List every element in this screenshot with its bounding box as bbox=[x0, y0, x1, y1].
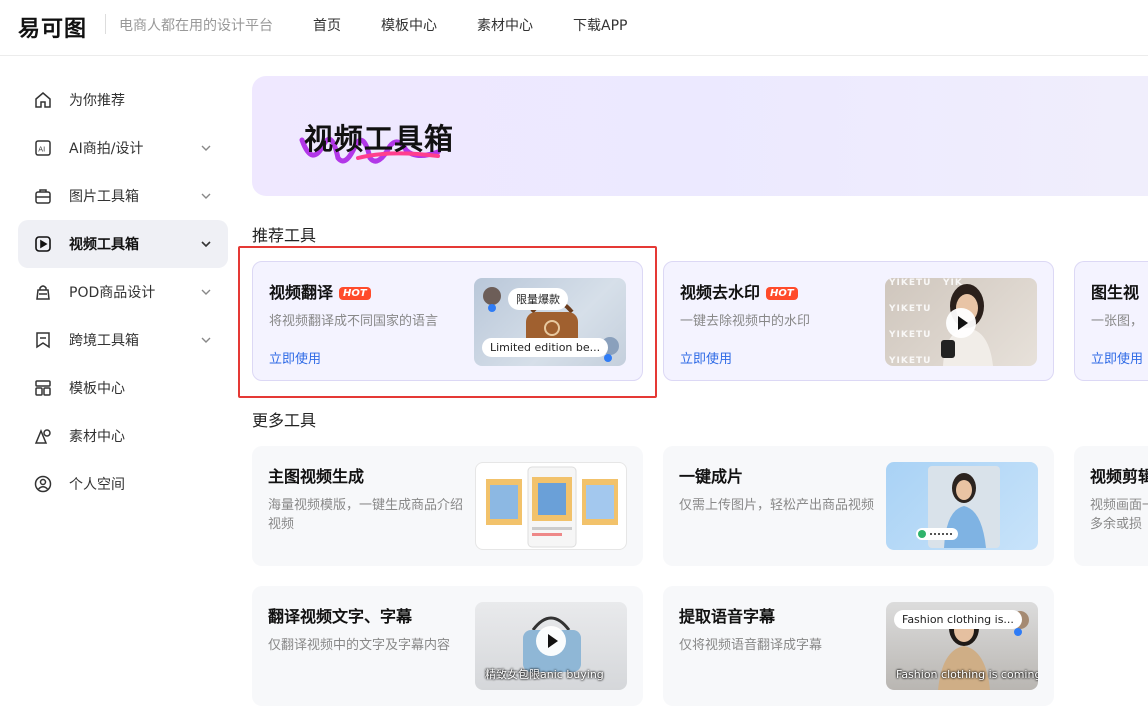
sidebar-item-cross-border[interactable]: 跨境工具箱 bbox=[18, 316, 228, 364]
sidebar-item-label: 视频工具箱 bbox=[69, 237, 139, 253]
sidebar-item-personal-space[interactable]: 个人空间 bbox=[18, 460, 228, 508]
card-title: 提取语音字幕 bbox=[679, 607, 776, 626]
watermark-text: YIKETU bbox=[889, 330, 932, 340]
sidebar-item-video-toolbox[interactable]: 视频工具箱 bbox=[18, 220, 228, 268]
banner: 视频工具箱 bbox=[252, 76, 1148, 196]
model-video-image bbox=[916, 466, 1000, 548]
tool-card-video-edit[interactable]: 视频剪辑 视频画面一 多余或损 bbox=[1074, 446, 1148, 566]
ai-icon: AI bbox=[34, 139, 52, 157]
banner-title: 视频工具箱 bbox=[304, 122, 455, 156]
bookmark-icon bbox=[34, 331, 52, 349]
pill-source-text: Fashion clothing is... bbox=[894, 610, 1022, 629]
play-icon[interactable] bbox=[946, 308, 976, 338]
shopping-bag-icon bbox=[34, 283, 52, 301]
sidebar-item-recommend[interactable]: 为你推荐 bbox=[18, 76, 228, 124]
watermark-text: YIK bbox=[943, 278, 963, 288]
thumb-translate-subtitles: 精致女包限anic buying bbox=[475, 602, 627, 690]
chevron-down-icon[interactable] bbox=[200, 142, 212, 154]
card-desc: 仅翻译视频中的文字及字幕内容 bbox=[268, 638, 451, 653]
toolbox-icon bbox=[34, 187, 52, 205]
play-icon[interactable] bbox=[536, 626, 566, 656]
nav-material-center[interactable]: 素材中心 bbox=[477, 15, 533, 35]
thumb-remove-watermark: YIKETU YIK YIKETU YIKETU YIKETU bbox=[885, 278, 1037, 366]
use-now-link[interactable]: 立即使用 bbox=[1091, 348, 1143, 367]
card-desc: 多余或损 bbox=[1090, 517, 1143, 532]
sidebar-item-template-center[interactable]: 模板中心 bbox=[18, 364, 228, 412]
sidebar-item-label: 模板中心 bbox=[69, 381, 125, 397]
card-title: 图生视 bbox=[1091, 283, 1140, 302]
chevron-down-icon[interactable] bbox=[200, 238, 212, 250]
card-title: 一键成片 bbox=[679, 467, 744, 486]
highlight-box bbox=[238, 246, 657, 398]
watermark-text: YIKETU bbox=[889, 356, 932, 366]
chevron-down-icon[interactable] bbox=[200, 190, 212, 202]
home-icon bbox=[34, 91, 52, 109]
card-desc: 仅将视频语音翻译成字幕 bbox=[679, 638, 823, 653]
chevron-down-icon[interactable] bbox=[200, 286, 212, 298]
sidebar-item-label: POD商品设计 bbox=[69, 285, 156, 301]
card-desc: 一张图， bbox=[1091, 314, 1144, 329]
header-divider bbox=[105, 14, 106, 34]
use-now-link[interactable]: 立即使用 bbox=[680, 348, 732, 367]
card-desc: 仅需上传图片，轻松产出商品视频 bbox=[679, 498, 875, 513]
card-desc: 海量视频模版，一键生成商品介绍视频 bbox=[268, 498, 464, 532]
tool-card-main-video-generate[interactable]: 主图视频生成 海量视频模版，一键生成商品介绍视频 bbox=[252, 446, 643, 566]
watermark-text: YIKETU bbox=[889, 304, 932, 314]
tool-card-one-click-video[interactable]: 一键成片 仅需上传图片，轻松产出商品视频 bbox=[663, 446, 1054, 566]
sidebar-item-ai-design[interactable]: AI AI商拍/设计 bbox=[18, 124, 228, 172]
sidebar-item-image-toolbox[interactable]: 图片工具箱 bbox=[18, 172, 228, 220]
sidebar-item-pod-design[interactable]: POD商品设计 bbox=[18, 268, 228, 316]
hot-badge: HOT bbox=[766, 287, 798, 300]
subtitle-overlay: Fashion clothing is coming bbox=[896, 668, 1038, 681]
watermark-text: YIKETU bbox=[889, 278, 932, 288]
top-bar: 易可图 电商人都在用的设计平台 首页 模板中心 素材中心 下载APP bbox=[0, 0, 1148, 56]
tool-card-remove-watermark[interactable]: 视频去水印 HOT 一键去除视频中的水印 立即使用 YIKETU YIK YIKE… bbox=[663, 261, 1054, 381]
shapes-icon bbox=[34, 427, 52, 445]
logo[interactable]: 易可图 bbox=[18, 11, 87, 43]
card-desc: 一键去除视频中的水印 bbox=[680, 314, 811, 329]
tool-card-translate-subtitles[interactable]: 翻译视频文字、字幕 仅翻译视频中的文字及字幕内容 精致女包限anic buyin… bbox=[252, 586, 643, 706]
sidebar-item-label: 为你推荐 bbox=[69, 93, 125, 109]
svg-text:AI: AI bbox=[38, 146, 45, 154]
sidebar-item-material-center[interactable]: 素材中心 bbox=[18, 412, 228, 460]
sidebar-item-label: AI商拍/设计 bbox=[69, 141, 144, 157]
product-templates-image bbox=[486, 466, 618, 548]
sidebar-item-label: 跨境工具箱 bbox=[69, 333, 139, 349]
thumb-extract-subtitles: Fashion clothing is... Fashion clothing … bbox=[886, 602, 1038, 690]
tool-card-extract-subtitles[interactable]: 提取语音字幕 仅将视频语音翻译成字幕 Fashion clothing is..… bbox=[663, 586, 1054, 706]
nav-template-center[interactable]: 模板中心 bbox=[381, 15, 437, 35]
sidebar-item-label: 个人空间 bbox=[69, 477, 125, 493]
user-icon bbox=[34, 475, 52, 493]
logo-text: 易可图 bbox=[18, 17, 88, 42]
video-play-icon bbox=[34, 235, 52, 253]
chevron-down-icon[interactable] bbox=[200, 334, 212, 346]
slogan: 电商人都在用的设计平台 bbox=[119, 18, 273, 34]
tool-card-image-to-video[interactable]: 图生视 一张图， 立即使用 bbox=[1074, 261, 1148, 381]
sidebar: 为你推荐 AI AI商拍/设计 图片工具箱 视频工具箱 POD商品设计 跨境工具… bbox=[18, 76, 228, 508]
thumb-main-video bbox=[475, 462, 627, 550]
nav-home[interactable]: 首页 bbox=[313, 15, 341, 35]
card-title: 视频去水印 HOT bbox=[680, 279, 798, 303]
sidebar-item-label: 素材中心 bbox=[69, 429, 125, 445]
card-title: 视频剪辑 bbox=[1090, 467, 1148, 486]
subtitle-overlay: 精致女包限anic buying bbox=[485, 668, 604, 681]
card-title: 主图视频生成 bbox=[268, 467, 365, 486]
thumb-one-click-video bbox=[886, 462, 1038, 550]
section-title-more: 更多工具 bbox=[252, 411, 317, 430]
nav-download-app[interactable]: 下载APP bbox=[573, 15, 627, 35]
template-grid-icon bbox=[34, 379, 52, 397]
sidebar-item-label: 图片工具箱 bbox=[69, 189, 139, 205]
card-desc: 视频画面一 bbox=[1090, 498, 1148, 513]
card-title: 翻译视频文字、字幕 bbox=[268, 607, 413, 626]
section-title-recommended: 推荐工具 bbox=[252, 226, 317, 245]
